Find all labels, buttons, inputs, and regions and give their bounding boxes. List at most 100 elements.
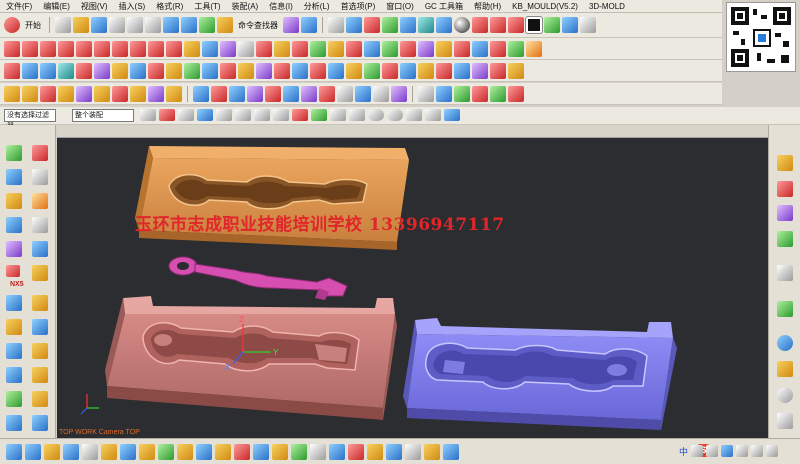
revolve-icon[interactable] [58,85,74,102]
selection-filter-dropdown[interactable]: 没有选择过滤器 [4,109,56,130]
mold-tools-icon[interactable] [120,443,136,460]
thicken-icon[interactable] [373,85,389,102]
snap-point-icon[interactable] [159,109,175,121]
edge-blend-icon[interactable] [247,85,263,102]
roles-panel-icon[interactable] [777,361,793,377]
menu-analysis[interactable]: 分析(L) [304,1,330,12]
enlarge-icon[interactable] [346,62,362,79]
bridge-surface-icon[interactable] [274,62,290,79]
wrap-curve-icon[interactable] [454,40,470,57]
show-all-icon[interactable] [580,17,596,33]
hole-table-icon[interactable] [405,443,421,460]
control-point-icon[interactable] [330,109,346,121]
ime-mode-label[interactable]: 中 [679,445,688,458]
sub-insert-library-icon[interactable] [234,443,250,460]
trim-sheet-icon[interactable] [184,62,200,79]
sphere-icon[interactable] [202,40,218,57]
web-browser-icon[interactable] [6,193,22,209]
cylinder-icon[interactable] [22,85,38,102]
standard-parts-icon[interactable] [6,319,22,335]
isoparametric-icon[interactable] [490,40,506,57]
trim-body-icon[interactable] [319,85,335,102]
mold-cavity-icon[interactable] [6,295,22,311]
assembly-drawing-icon[interactable] [386,443,402,460]
constraint-navigator-icon[interactable] [32,145,48,161]
repeat-command-icon[interactable] [199,17,215,33]
hole-icon[interactable] [76,85,92,102]
gd-apply-icon[interactable] [490,85,506,102]
ejector-pin-icon[interactable] [32,319,48,335]
slider-lifter-library-icon[interactable] [215,443,231,460]
workpiece-icon[interactable] [63,443,79,460]
cross-point-icon[interactable] [76,40,92,57]
gd-reset-icon[interactable] [508,85,524,102]
window-icon[interactable] [301,17,317,33]
bill-of-materials-icon[interactable] [6,415,22,431]
clothes-icon[interactable] [751,445,763,457]
menu-view[interactable]: 视图(V) [81,1,108,12]
synchronous-pull-face-icon[interactable] [436,85,452,102]
menu-kb-mould[interactable]: KB_MOULD(V5.2) [512,2,578,11]
gate-icon[interactable] [6,367,22,383]
intersect-curve-icon[interactable] [310,40,326,57]
voice-icon[interactable] [721,445,733,457]
n-sided-surface-icon[interactable] [94,62,110,79]
cooling-library-icon[interactable] [291,443,307,460]
sub-insert-icon[interactable] [32,343,48,359]
shaded-sphere-icon[interactable] [454,17,470,33]
info-icon[interactable] [328,17,344,33]
slider-lifter-icon[interactable] [6,343,22,359]
system-materials-icon[interactable] [6,217,22,233]
styled-blend-icon[interactable] [256,62,272,79]
command-finder-button[interactable]: 命令查找器 [238,20,278,31]
arc-center-icon[interactable] [368,109,384,121]
section-curve-icon[interactable] [436,40,452,57]
quadrant-point-icon[interactable] [387,109,403,121]
menu-3d-mold[interactable]: 3D-MOLD [589,2,625,11]
pencil-icon[interactable] [526,40,542,57]
shell-icon[interactable] [301,85,317,102]
perspective-icon[interactable] [418,17,434,33]
graphics-viewport[interactable]: Z Y X 玉环市志成职业技能培训学校 13396947117 TOP WORK… [57,138,768,438]
display-hide-icon[interactable] [562,17,578,33]
menu-preferences[interactable]: 首选项(P) [341,1,376,12]
bridge-curve-icon[interactable] [364,40,380,57]
ruled-surface-icon[interactable] [112,62,128,79]
menu-edit[interactable]: 编辑(E) [43,1,70,12]
pan-view-icon[interactable] [400,17,416,33]
part-history-icon[interactable] [777,181,793,197]
wireframe-cube-icon[interactable] [490,17,506,33]
menu-information[interactable]: 信息(I) [269,1,293,12]
surface-through-points-icon[interactable] [4,62,20,79]
redo-icon[interactable] [181,17,197,33]
nx5-icon[interactable] [6,265,20,277]
cooling-icon[interactable] [6,391,22,407]
part-navigator-icon[interactable] [6,169,22,185]
replace-face-icon[interactable] [508,62,524,79]
draft-icon[interactable] [283,85,299,102]
keyboard-icon[interactable] [736,445,748,457]
open-folder-icon[interactable] [73,17,89,33]
assembly-scope-dropdown[interactable]: 整个装配 [72,109,134,122]
hidden-edge-icon[interactable] [508,17,524,33]
matching-edge-icon[interactable] [364,62,380,79]
assembly-icon[interactable] [777,155,793,171]
four-point-surface-icon[interactable] [436,62,452,79]
boss-icon[interactable] [94,85,110,102]
face-select-icon[interactable] [197,109,213,121]
flatten-icon[interactable] [454,62,470,79]
parting-icon[interactable] [139,443,155,460]
roles-icon[interactable] [32,217,48,233]
project-curve-icon[interactable] [292,40,308,57]
point-set-icon[interactable] [94,40,110,57]
background-color-icon[interactable] [525,16,543,34]
mold-drawing-icon[interactable] [32,415,48,431]
family-mold-icon[interactable] [101,443,117,460]
pocket-icon[interactable] [112,85,128,102]
line-icon[interactable] [4,40,20,57]
x-form-icon[interactable] [310,62,326,79]
extract-curve-icon[interactable] [400,40,416,57]
lock-icon[interactable] [777,413,793,429]
select-mode-icon[interactable] [140,109,156,121]
molded-part[interactable] [168,256,348,300]
